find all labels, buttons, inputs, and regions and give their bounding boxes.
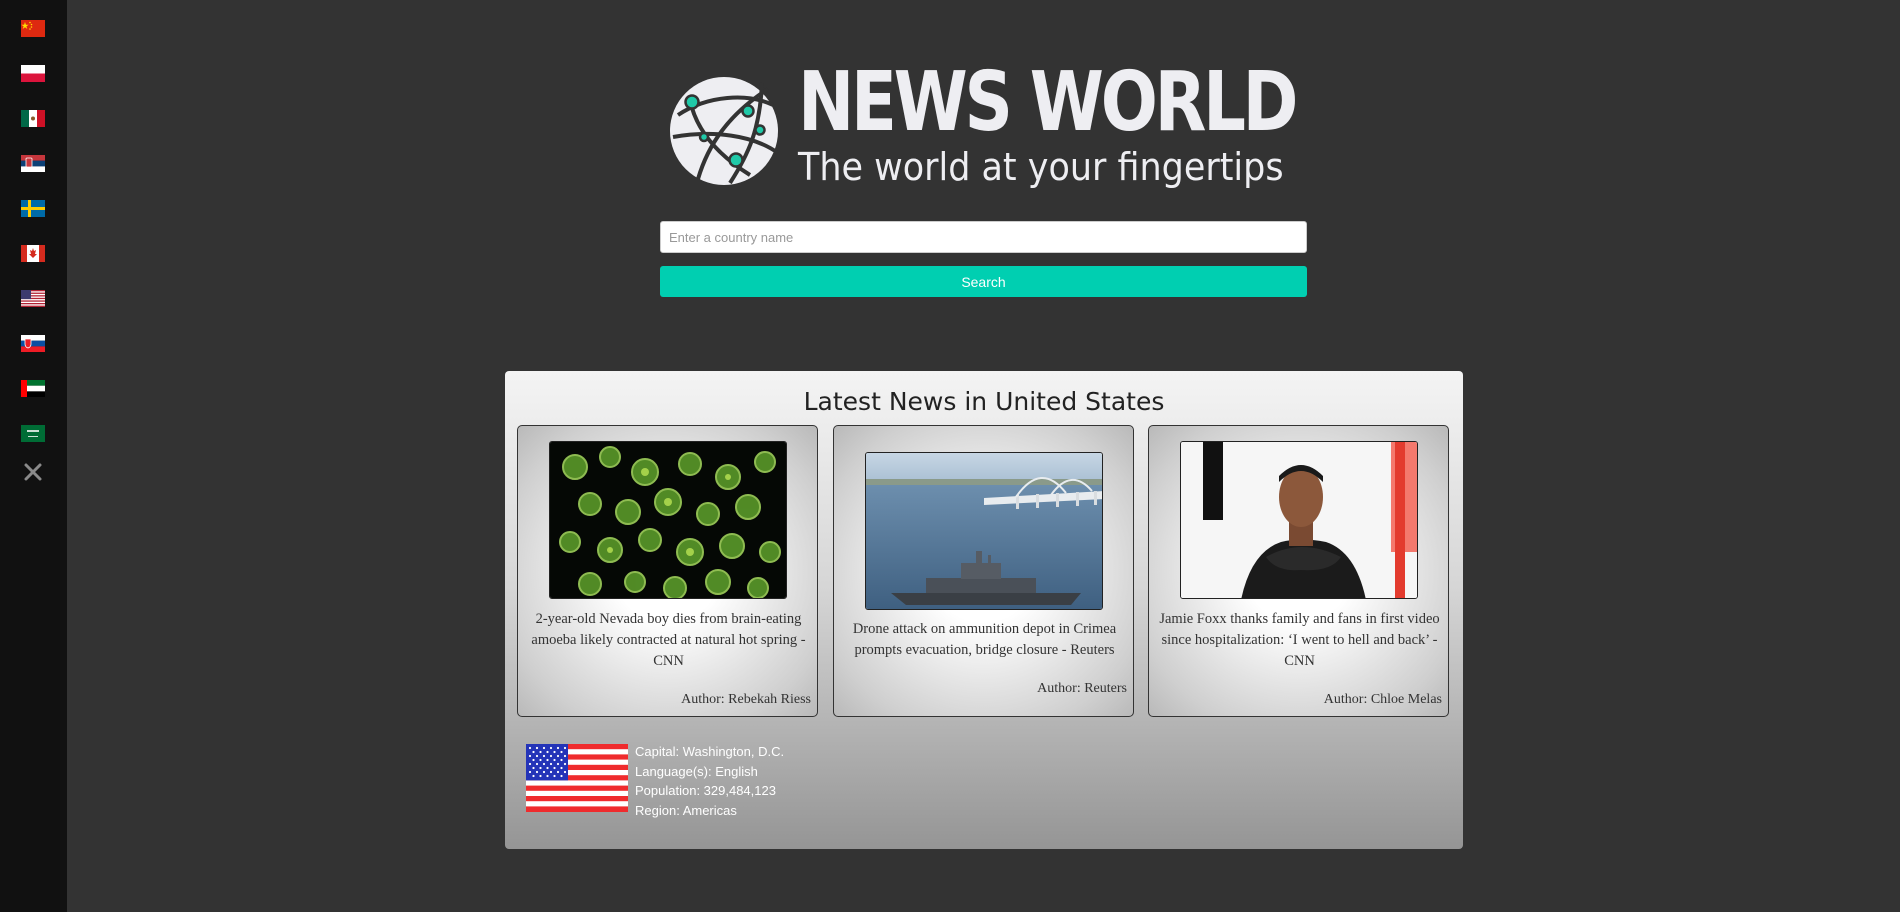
news-card[interactable]: Jamie Foxx thanks family and fans in fir… — [1148, 425, 1449, 717]
site-title: NEWS WORLD — [798, 55, 1298, 150]
canada-flag-icon[interactable] — [21, 245, 45, 262]
article-title[interactable]: 2-year-old Nevada boy dies from brain-ea… — [528, 609, 809, 672]
mexico-flag-icon[interactable] — [21, 110, 45, 127]
article-title[interactable]: Drone attack on ammunition depot in Crim… — [844, 619, 1125, 661]
poland-flag-icon[interactable] — [21, 65, 45, 82]
serbia-flag-icon[interactable] — [21, 155, 45, 172]
article-image — [1180, 441, 1418, 599]
sweden-flag-icon[interactable] — [21, 200, 45, 217]
slovakia-flag-icon[interactable] — [21, 335, 45, 352]
country-search-input[interactable] — [660, 221, 1307, 253]
usa-flag-icon — [526, 744, 628, 812]
article-title[interactable]: Jamie Foxx thanks family and fans in fir… — [1159, 609, 1440, 672]
country-sidebar — [0, 0, 67, 912]
china-flag-icon[interactable] — [21, 20, 45, 37]
globe-network-icon — [670, 77, 780, 185]
news-card[interactable]: 2-year-old Nevada boy dies from brain-ea… — [517, 425, 818, 717]
uae-flag-icon[interactable] — [21, 380, 45, 397]
article-image — [549, 441, 787, 599]
country-population: Population: 329,484,123 — [635, 783, 776, 798]
article-author: Author: Rebekah Riess — [681, 692, 811, 707]
close-icon[interactable] — [21, 460, 45, 484]
site-subtitle: The world at your fingertips — [798, 145, 1284, 189]
news-heading: Latest News in United States — [803, 387, 1165, 416]
article-author: Author: Reuters — [1037, 681, 1127, 696]
news-panel: Latest News in United States 2-year-old … — [505, 371, 1463, 849]
article-image — [865, 452, 1103, 610]
country-region: Region: Americas — [635, 802, 737, 818]
article-author: Author: Chloe Melas — [1323, 692, 1442, 707]
usa-flag-icon[interactable] — [21, 290, 45, 307]
country-capital: Capital: Washington, D.C. — [635, 744, 785, 759]
country-languages: Language(s): English — [635, 763, 758, 779]
country-info: Capital: Washington, D.C. Language(s): E… — [635, 742, 784, 820]
saudi-arabia-flag-icon[interactable] — [21, 425, 45, 442]
site-logo: NEWS WORLD The world at your fingertips — [668, 62, 1318, 193]
news-card[interactable]: Drone attack on ammunition depot in Crim… — [833, 425, 1134, 717]
search-button[interactable]: Search — [660, 266, 1307, 297]
